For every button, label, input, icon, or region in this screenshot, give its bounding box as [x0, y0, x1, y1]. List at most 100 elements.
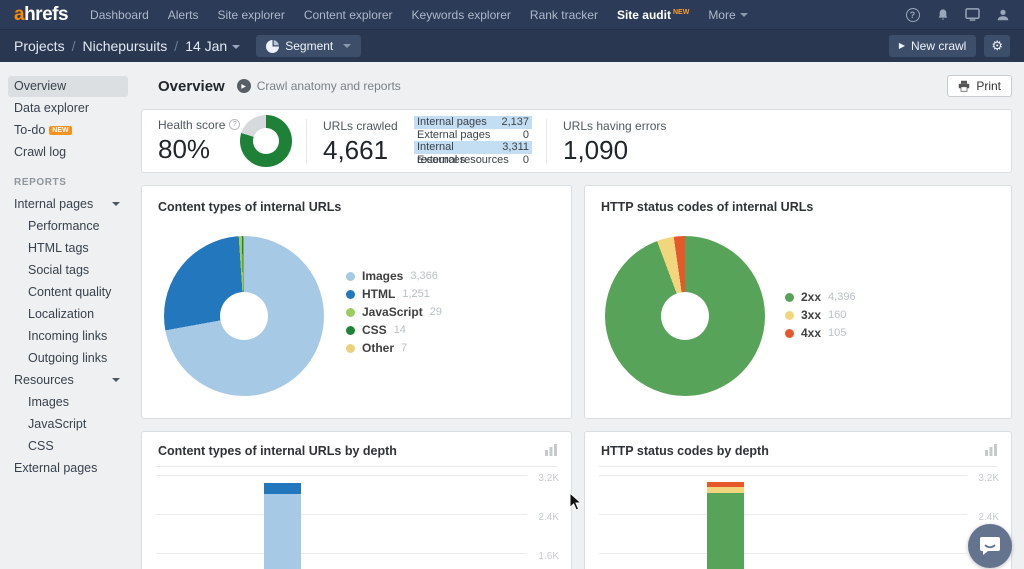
sidebar-item-social-tags[interactable]: Social tags	[8, 260, 128, 281]
new-crawl-label: New crawl	[911, 39, 966, 53]
legend-value: 105	[828, 327, 846, 339]
sidebar-item-external-pages[interactable]: External pages	[8, 458, 128, 479]
content-types-donut	[164, 236, 324, 396]
legend-item-images[interactable]: Images3,366	[346, 270, 442, 282]
table-row-internal-resources[interactable]: Internal resources3,311	[414, 141, 532, 154]
sidebar-item-overview[interactable]: Overview	[8, 76, 128, 97]
row-label: External pages	[417, 129, 490, 142]
chat-widget-icon[interactable]	[965, 7, 980, 22]
sidebar: Overview Data explorer To-doNEW Crawl lo…	[0, 62, 136, 569]
table-row-internal-pages[interactable]: Internal pages2,137	[414, 116, 532, 129]
help-icon[interactable]: ?	[905, 7, 920, 22]
card-title: HTTP status codes by depth	[601, 444, 769, 458]
bar-segment-images	[264, 494, 301, 569]
print-button[interactable]: Print	[947, 75, 1012, 97]
nav-site-audit[interactable]: Site auditNEW	[617, 8, 689, 22]
info-icon[interactable]: ?	[229, 119, 240, 130]
sidebar-item-todo[interactable]: To-doNEW	[8, 120, 128, 141]
gridline	[156, 514, 527, 515]
legend-value: 4,396	[828, 291, 856, 303]
legend-item-other[interactable]: Other7	[346, 342, 442, 354]
y-axis-tick: 2.4K	[538, 512, 559, 523]
legend-item-4xx[interactable]: 4xx 105	[785, 327, 856, 339]
chevron-down-icon	[112, 378, 120, 382]
breadcrumb-projects[interactable]: Projects	[14, 38, 65, 54]
nav-more-label: More	[708, 8, 735, 22]
table-row-external-resources[interactable]: External resources0	[414, 154, 532, 167]
gridline	[599, 553, 967, 554]
new-badge: NEW	[49, 126, 71, 135]
row-label: External resources	[417, 154, 509, 167]
status-codes-legend: 2xx4,396 3xx160 4xx 105	[785, 291, 856, 339]
crawl-anatomy-link[interactable]: ▶ Crawl anatomy and reports	[237, 79, 401, 93]
user-account-icon[interactable]	[995, 7, 1010, 22]
settings-gear-button[interactable]: ⚙	[984, 35, 1010, 57]
sidebar-item-crawl-log[interactable]: Crawl log	[8, 142, 128, 163]
internal-pages-label: Internal pages	[14, 197, 93, 211]
resources-label: Resources	[14, 373, 74, 387]
crawl-breakdown-table: Internal pages2,137 External pages0 Inte…	[414, 119, 532, 163]
crawl-date-selector[interactable]: 14 Jan	[185, 38, 240, 54]
legend-dot	[346, 344, 355, 353]
y-axis-tick: 2.4K	[978, 512, 999, 523]
sidebar-item-javascript[interactable]: JavaScript	[8, 414, 128, 435]
sidebar-item-resources[interactable]: Resources	[8, 370, 128, 391]
nav-keywords-explorer[interactable]: Keywords explorer	[412, 8, 511, 22]
card-title: HTTP status codes of internal URLs	[601, 200, 813, 214]
main-header: Overview ▶ Crawl anatomy and reports Pri…	[141, 75, 1012, 97]
legend-value: 14	[394, 324, 406, 336]
legend-item-css[interactable]: CSS 14	[346, 324, 442, 336]
chat-launcher-button[interactable]	[968, 524, 1012, 568]
nav-alerts[interactable]: Alerts	[168, 8, 199, 22]
legend-value: 3,366	[410, 270, 438, 282]
legend-dot	[346, 326, 355, 335]
health-score-section: Health score? 80%	[158, 119, 306, 163]
sidebar-reports-header: REPORTS	[0, 175, 136, 190]
sidebar-item-content-quality[interactable]: Content quality	[8, 282, 128, 303]
segment-button[interactable]: Segment	[256, 35, 361, 57]
nav-dashboard[interactable]: Dashboard	[90, 8, 149, 22]
sidebar-item-performance[interactable]: Performance	[8, 216, 128, 237]
status-codes-donut	[605, 236, 765, 396]
row-label: Internal resources	[417, 141, 502, 154]
chevron-down-icon	[740, 13, 748, 17]
nav-more[interactable]: More	[708, 8, 747, 22]
sidebar-item-internal-pages[interactable]: Internal pages	[8, 194, 128, 215]
sidebar-item-incoming-links[interactable]: Incoming links	[8, 326, 128, 347]
row-value: 2,137	[501, 116, 529, 129]
segment-label: Segment	[285, 39, 333, 53]
legend-item-html[interactable]: HTML1,251	[346, 288, 442, 300]
legend-item-3xx[interactable]: 3xx160	[785, 309, 856, 321]
sidebar-item-outgoing-links[interactable]: Outgoing links	[8, 348, 128, 369]
sidebar-item-data-explorer[interactable]: Data explorer	[8, 98, 128, 119]
sidebar-item-html-tags[interactable]: HTML tags	[8, 238, 128, 259]
gridline	[156, 475, 527, 476]
y-axis-tick: 3.2K	[978, 473, 999, 484]
page-body: Overview Data explorer To-doNEW Crawl lo…	[0, 62, 1024, 569]
notifications-bell-icon[interactable]	[935, 7, 950, 22]
sidebar-item-css[interactable]: CSS	[8, 436, 128, 457]
project-toolbar: Projects / Nichepursuits / 14 Jan Segmen…	[0, 29, 1024, 62]
legend-value: 7	[401, 342, 407, 354]
nav-rank-tracker[interactable]: Rank tracker	[530, 8, 598, 22]
legend-label: CSS	[362, 323, 387, 337]
chat-bubble-icon	[979, 536, 1001, 556]
urls-crawled-label: URLs crawled	[323, 119, 392, 133]
sidebar-item-images[interactable]: Images	[8, 392, 128, 413]
legend-item-javascript[interactable]: JavaScript29	[346, 306, 442, 318]
axis-line	[599, 466, 997, 467]
health-summary-card: Health score? 80% URLs crawled 4,661 Int…	[141, 109, 1012, 173]
status-codes-card: HTTP status codes of internal URLs 2xx4,…	[584, 185, 1012, 419]
sidebar-item-localization[interactable]: Localization	[8, 304, 128, 325]
breadcrumb-project-name[interactable]: Nichepursuits	[82, 38, 167, 54]
urls-errors-value: 1,090	[563, 135, 666, 166]
new-crawl-button[interactable]: ▶New crawl	[889, 35, 977, 57]
legend-label: 4xx	[801, 326, 821, 340]
nav-content-explorer[interactable]: Content explorer	[304, 8, 393, 22]
content-types-pie	[164, 236, 324, 396]
y-axis-tick: 1.6K	[538, 551, 559, 562]
nav-site-explorer[interactable]: Site explorer	[217, 8, 284, 22]
legend-item-2xx[interactable]: 2xx4,396	[785, 291, 856, 303]
ahrefs-logo[interactable]: ahrefs	[14, 4, 68, 26]
table-row-external-pages[interactable]: External pages0	[414, 129, 532, 142]
